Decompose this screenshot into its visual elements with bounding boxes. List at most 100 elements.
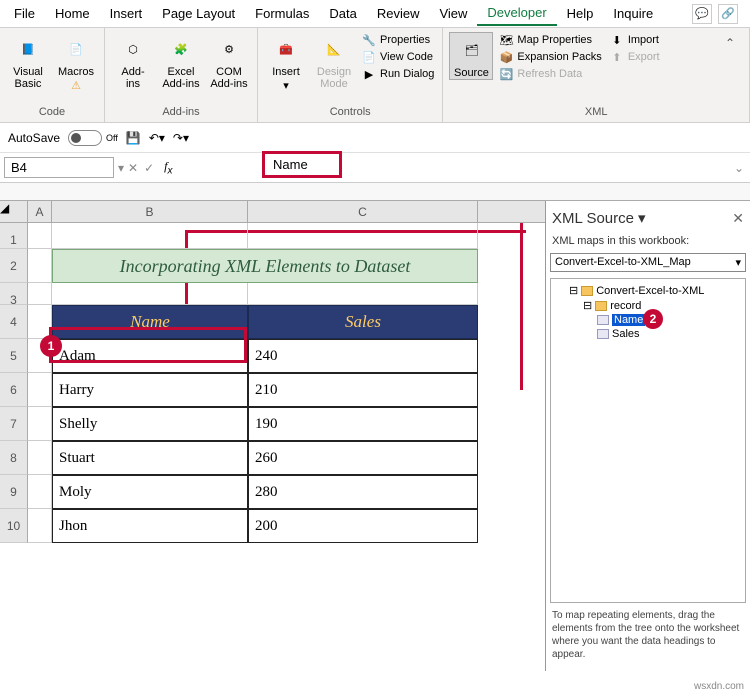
col-header-a[interactable]: A <box>28 201 52 222</box>
macros-button[interactable]: 📄 Macros ⚠ <box>54 32 98 92</box>
cell[interactable] <box>52 223 248 249</box>
name-box[interactable]: B4 <box>4 157 114 178</box>
formula-input[interactable]: Name <box>262 151 342 178</box>
row-header-3[interactable]: 3 <box>0 283 28 305</box>
cell[interactable] <box>28 373 52 407</box>
tab-data[interactable]: Data <box>319 2 366 25</box>
com-addins-button[interactable]: ⚙ COM Add-ins <box>207 32 251 90</box>
properties-button[interactable]: 🔧Properties <box>360 32 436 48</box>
redo-icon[interactable]: ↷▾ <box>173 131 189 145</box>
select-all-corner[interactable]: ◢ <box>0 201 28 222</box>
enter-formula-icon[interactable]: ✓ <box>144 161 154 175</box>
data-cell[interactable]: 240 <box>248 339 478 373</box>
cell[interactable] <box>28 509 52 543</box>
collapse-ribbon-icon[interactable]: ⌃ <box>717 32 743 54</box>
data-cell[interactable]: 190 <box>248 407 478 441</box>
tab-help[interactable]: Help <box>557 2 604 25</box>
chevron-down-icon: ▾ <box>735 256 741 269</box>
excel-addins-button[interactable]: 🧩 Excel Add-ins <box>159 32 203 90</box>
cell[interactable] <box>28 223 52 249</box>
tab-home[interactable]: Home <box>45 2 100 25</box>
title-cell[interactable]: Incorporating XML Elements to Dataset <box>52 249 478 283</box>
col-header-b[interactable]: B <box>52 201 248 222</box>
data-cell[interactable]: Harry <box>52 373 248 407</box>
data-cell[interactable]: Shelly <box>52 407 248 441</box>
ribbon-group-xml: 🗂 Source 🗺Map Properties 📦Expansion Pack… <box>443 28 750 122</box>
cell[interactable] <box>28 475 52 509</box>
save-icon[interactable]: 💾 <box>126 131 141 145</box>
data-cell[interactable]: Adam <box>52 339 248 373</box>
row-header-10[interactable]: 10 <box>0 509 28 543</box>
fx-icon[interactable]: fx <box>158 159 178 176</box>
data-cell[interactable]: 200 <box>248 509 478 543</box>
cell[interactable] <box>52 283 248 305</box>
cell[interactable] <box>28 305 52 339</box>
cell[interactable] <box>248 283 478 305</box>
cell[interactable] <box>28 441 52 475</box>
quick-access-row: AutoSave Off 💾 ↶▾ ↷▾ <box>0 123 750 153</box>
import-icon: ⬇ <box>610 33 624 47</box>
header-sales-cell[interactable]: Sales <box>248 305 478 339</box>
tab-file[interactable]: File <box>4 2 45 25</box>
dropdown-icon[interactable]: ▾ <box>638 209 646 227</box>
visual-basic-button[interactable]: 📘 Visual Basic <box>6 32 50 90</box>
row-header-5[interactable]: 5 <box>0 339 28 373</box>
excel-addins-icon: 🧩 <box>167 36 195 64</box>
cell[interactable] <box>28 283 52 305</box>
design-mode-button[interactable]: 📐 Design Mode <box>312 32 356 90</box>
tree-root-label: Convert-Excel-to-XML <box>596 285 704 297</box>
row-header-9[interactable]: 9 <box>0 475 28 509</box>
tab-insert[interactable]: Insert <box>100 2 153 25</box>
visual-basic-icon: 📘 <box>14 36 42 64</box>
addins-button[interactable]: ⬡ Add- ins <box>111 32 155 90</box>
row-header-4[interactable]: 4 <box>0 305 28 339</box>
worksheet-grid[interactable]: ◢ A B C 1 2 Incorporating XML Elements t… <box>0 201 545 671</box>
xml-source-button[interactable]: 🗂 Source <box>449 32 493 80</box>
share-icon[interactable]: 🔗 <box>718 4 738 24</box>
cell[interactable] <box>28 249 52 283</box>
tab-formulas[interactable]: Formulas <box>245 2 319 25</box>
row-header-7[interactable]: 7 <box>0 407 28 441</box>
row-header-2[interactable]: 2 <box>0 249 28 283</box>
ribbon: 📘 Visual Basic 📄 Macros ⚠ Code ⬡ Add- in… <box>0 28 750 123</box>
tree-root[interactable]: ⊟Convert-Excel-to-XML <box>555 283 741 298</box>
close-pane-icon[interactable]: ✕ <box>732 210 744 227</box>
expansion-packs-button[interactable]: 📦Expansion Packs <box>497 49 603 65</box>
cancel-formula-icon[interactable]: ✕ <box>128 161 138 175</box>
insert-control-button[interactable]: 🧰 Insert ▾ <box>264 32 308 92</box>
data-cell[interactable]: 260 <box>248 441 478 475</box>
tab-view[interactable]: View <box>429 2 477 25</box>
tab-page-layout[interactable]: Page Layout <box>152 2 245 25</box>
refresh-label: Refresh Data <box>517 68 582 80</box>
cell[interactable] <box>28 407 52 441</box>
row-header-1[interactable]: 1 <box>0 223 28 249</box>
tree-sales-node[interactable]: Sales <box>555 327 741 341</box>
data-cell[interactable]: Jhon <box>52 509 248 543</box>
row-header-6[interactable]: 6 <box>0 373 28 407</box>
tab-inquire[interactable]: Inquire <box>603 2 663 25</box>
comments-icon[interactable]: 💬 <box>692 4 712 24</box>
export-button[interactable]: ⬆Export <box>608 49 662 65</box>
refresh-data-button[interactable]: 🔄Refresh Data <box>497 66 603 82</box>
data-cell[interactable]: Stuart <box>52 441 248 475</box>
run-dialog-button[interactable]: ▶Run Dialog <box>360 66 436 82</box>
col-header-c[interactable]: C <box>248 201 478 222</box>
expand-formula-bar-icon[interactable]: ⌄ <box>734 161 750 175</box>
view-code-button[interactable]: 📄View Code <box>360 49 436 65</box>
tab-developer[interactable]: Developer <box>477 1 556 26</box>
undo-icon[interactable]: ↶▾ <box>149 131 165 145</box>
cell[interactable] <box>248 223 478 249</box>
element-icon <box>597 315 609 325</box>
data-cell[interactable]: 210 <box>248 373 478 407</box>
data-cell[interactable]: 280 <box>248 475 478 509</box>
data-cell[interactable]: Moly <box>52 475 248 509</box>
xml-map-select[interactable]: Convert-Excel-to-XML_Map ▾ <box>550 253 746 272</box>
header-name-cell[interactable]: Name <box>52 305 248 339</box>
autosave-toggle[interactable] <box>68 130 102 146</box>
tab-review[interactable]: Review <box>367 2 430 25</box>
map-properties-button[interactable]: 🗺Map Properties <box>497 32 603 48</box>
xml-tree[interactable]: ⊟Convert-Excel-to-XML ⊟record Name Sales… <box>550 278 746 603</box>
import-button[interactable]: ⬇Import <box>608 32 662 48</box>
row-header-8[interactable]: 8 <box>0 441 28 475</box>
com-addins-icon: ⚙ <box>215 36 243 64</box>
